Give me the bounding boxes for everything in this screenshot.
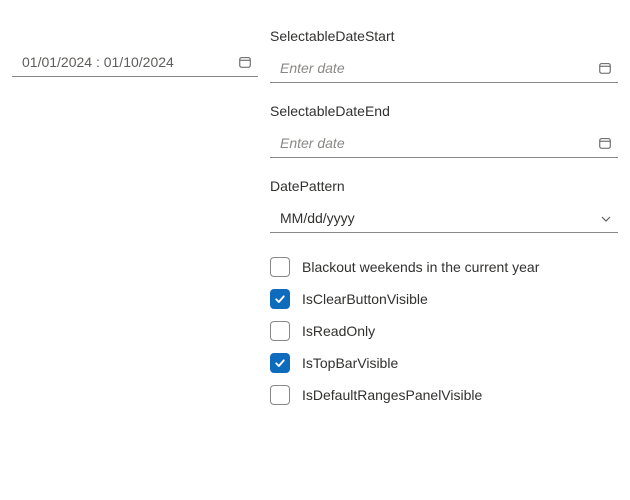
selectable-end-wrap[interactable] xyxy=(270,129,618,158)
checkbox-box[interactable] xyxy=(270,289,290,309)
date-pattern-wrap[interactable]: MM/dd/yyyy xyxy=(270,204,618,233)
checkbox-is-clear-button-visible[interactable]: IsClearButtonVisible xyxy=(270,289,618,309)
checkbox-box[interactable] xyxy=(270,257,290,277)
checkbox-box[interactable] xyxy=(270,353,290,373)
selectable-start-input[interactable] xyxy=(280,54,618,82)
checkbox-label: Blackout weekends in the current year xyxy=(302,259,539,275)
date-range-input[interactable] xyxy=(22,48,258,76)
checkbox-label: IsDefaultRangesPanelVisible xyxy=(302,387,482,403)
date-range-input-wrap[interactable] xyxy=(12,48,258,77)
checkbox-is-default-ranges-panel-visible[interactable]: IsDefaultRangesPanelVisible xyxy=(270,385,618,405)
selectable-end-input[interactable] xyxy=(280,129,618,157)
date-pattern-label: DatePattern xyxy=(270,178,618,194)
selectable-start-wrap[interactable] xyxy=(270,54,618,83)
checkmark-icon xyxy=(274,357,286,369)
properties-panel: SelectableDateStart SelectableDateEnd Da… xyxy=(270,0,630,500)
date-pattern-select[interactable]: MM/dd/yyyy xyxy=(280,204,618,232)
checkmark-icon xyxy=(274,293,286,305)
checkbox-is-top-bar-visible[interactable]: IsTopBarVisible xyxy=(270,353,618,373)
checkbox-group: Blackout weekends in the current year IsC… xyxy=(270,257,618,405)
selectable-start-label: SelectableDateStart xyxy=(270,28,618,44)
selectable-end-label: SelectableDateEnd xyxy=(270,103,618,119)
checkbox-label: IsTopBarVisible xyxy=(302,355,398,371)
checkbox-box[interactable] xyxy=(270,321,290,341)
checkbox-label: IsClearButtonVisible xyxy=(302,291,428,307)
checkbox-box[interactable] xyxy=(270,385,290,405)
checkbox-is-read-only[interactable]: IsReadOnly xyxy=(270,321,618,341)
checkbox-blackout-weekends[interactable]: Blackout weekends in the current year xyxy=(270,257,618,277)
preview-panel xyxy=(0,0,270,500)
checkbox-label: IsReadOnly xyxy=(302,323,375,339)
